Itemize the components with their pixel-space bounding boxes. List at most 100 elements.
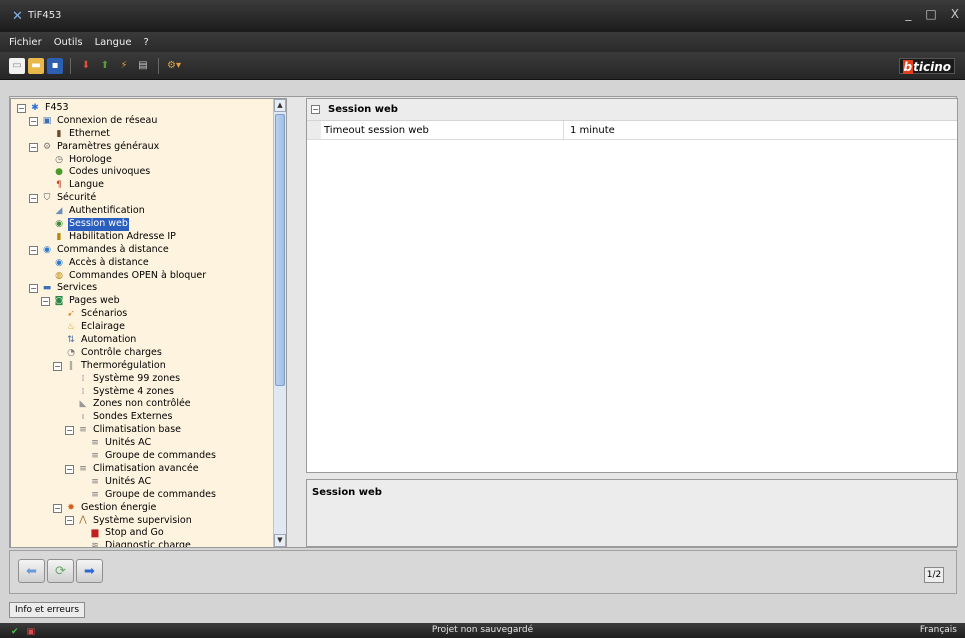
property-value[interactable]: 1 minute [564, 121, 957, 139]
save-status: Projet non sauvegardé [431, 625, 534, 635]
tree-toggle-icon[interactable]: − [29, 284, 38, 294]
new-file-icon[interactable]: ▭ [9, 57, 25, 74]
tree-node[interactable]: ◔ Contrôle charges [11, 347, 286, 360]
tree-toggle-icon[interactable]: − [41, 297, 50, 307]
tree-toggle-icon[interactable]: − [17, 103, 26, 113]
tree-node[interactable]: − ▣ Connexion de réseau [11, 115, 286, 128]
scroll-up-icon[interactable]: ▲ [274, 99, 286, 112]
tree-node[interactable]: − ◙ Pages web [11, 295, 286, 308]
property-row[interactable]: Timeout session web 1 minute [307, 121, 957, 140]
forward-arrow-icon[interactable]: ➡ [76, 559, 103, 583]
tree-node[interactable]: ◍ Commandes OPEN à bloquer [11, 270, 286, 283]
light-icon: ♨ [66, 322, 76, 333]
save-icon[interactable]: ▪ [47, 57, 63, 74]
tree-node[interactable]: − ▬ Services [11, 282, 286, 295]
tree-node[interactable]: − ⛉ Sécurité [11, 192, 286, 205]
tree-toggle-icon[interactable]: − [65, 464, 74, 474]
tree-node-label: Diagnostic charge [105, 540, 191, 548]
info-bar: Info et erreurs [0, 596, 965, 623]
download-icon[interactable]: ⬇ [78, 58, 94, 74]
upload-icon[interactable]: ⬆ [97, 58, 113, 74]
open-folder-icon[interactable]: ▬ [28, 57, 44, 74]
tree-node[interactable]: − ✱ F453 [11, 102, 286, 115]
description-title: Session web [312, 487, 382, 498]
property-category[interactable]: − Session web [307, 99, 957, 121]
tree-toggle-icon[interactable]: − [29, 194, 38, 204]
close-button[interactable]: X [951, 7, 959, 21]
tree-node[interactable]: ➹ Scénarios [11, 308, 286, 321]
menu-file[interactable]: Fichier [9, 37, 42, 48]
tree-node[interactable]: ◢ Authentification [11, 205, 286, 218]
tree-node[interactable]: ● Codes univoques [11, 166, 286, 179]
tree-node[interactable]: − ≡ Climatisation avancée [11, 463, 286, 476]
back-arrow-icon[interactable]: ⬅ [18, 559, 45, 583]
menu-tools[interactable]: Outils [54, 37, 83, 48]
tree-node-label: Pages web [69, 295, 120, 307]
tree-content: − ✱ F453− ▣ Connexion de réseau ▮ Ethernet − ⚙ Pa… [11, 102, 286, 548]
tree-toggle-icon[interactable]: − [65, 516, 74, 526]
menu-help[interactable]: ? [143, 37, 148, 48]
tree-node[interactable]: ▮ Ethernet [11, 128, 286, 141]
shield-icon: ⛉ [43, 193, 51, 204]
tree-node[interactable]: ◉ Accès à distance [11, 257, 286, 270]
tree-toggle-icon[interactable]: − [29, 116, 38, 126]
automation-icon: ⇅ [67, 335, 75, 346]
property-gutter [307, 121, 321, 139]
tree-toggle-icon[interactable]: − [29, 245, 38, 255]
tree-node[interactable]: − ⋀ Système supervision [11, 515, 286, 528]
property-grid: − Session web Timeout session web 1 minu… [306, 98, 958, 473]
tree-node[interactable]: ◷ Horologe [11, 154, 286, 167]
tree-node[interactable]: ⇅ Automation [11, 334, 286, 347]
property-category-label: Session web [328, 104, 398, 115]
tree-node[interactable]: ⁞ Système 4 zones [11, 386, 286, 399]
tree-node-label: Scénarios [81, 308, 128, 320]
tree-node[interactable]: ▮ Habilitation Adresse IP [11, 231, 286, 244]
tree-node-label: Thermorégulation [81, 359, 166, 371]
tree-node-label: Paramètres généraux [57, 140, 160, 152]
tree-node[interactable]: ▆ Stop and Go [11, 527, 286, 540]
tree-node[interactable]: ◣ Zones non contrôlée [11, 398, 286, 411]
globe-icon: ◉ [55, 257, 63, 268]
tree-node[interactable]: − ◉ Commandes à distance [11, 244, 286, 257]
scroll-down-icon[interactable]: ▼ [274, 534, 286, 547]
menu-bar: Fichier Outils Langue ? [0, 32, 965, 52]
language-status[interactable]: Français [920, 623, 957, 638]
tree-node[interactable]: ≋ Diagnostic charge [11, 540, 286, 548]
window-controls: _ □ X [905, 7, 959, 21]
maximize-button[interactable]: □ [925, 7, 936, 21]
tree-node[interactable]: − ≡ Climatisation base [11, 424, 286, 437]
tree-node[interactable]: ¶ Langue [11, 179, 286, 192]
scroll-thumb[interactable] [275, 114, 285, 386]
clock-icon: ◷ [55, 154, 63, 165]
tree-node-label: Stop and Go [105, 527, 164, 539]
tree-toggle-icon[interactable]: − [53, 361, 62, 371]
tree-toggle-icon[interactable]: − [65, 426, 74, 436]
tree-toggle-icon[interactable]: − [29, 142, 38, 152]
tree-node[interactable]: − ⚙ Paramètres généraux [11, 140, 286, 154]
collapse-icon[interactable]: − [311, 105, 320, 114]
tree-node[interactable]: ≡ Groupe de commandes [11, 489, 286, 502]
navigation-tree[interactable]: − ✱ F453− ▣ Connexion de réseau ▮ Ethernet − ⚙ Pa… [10, 98, 287, 548]
info-errors-tab[interactable]: Info et erreurs [9, 602, 86, 618]
tree-toggle-icon[interactable]: − [53, 503, 62, 513]
menu-language[interactable]: Langue [95, 37, 132, 48]
tree-node-label: Codes univoques [69, 166, 151, 178]
tree-node[interactable]: ≡ Groupe de commandes [11, 450, 286, 463]
connect-icon[interactable]: ⚡ [116, 58, 132, 74]
tree-node[interactable]: ı Sondes Externes [11, 411, 286, 424]
tree-scrollbar[interactable]: ▲ ▼ [273, 99, 286, 547]
tree-node-label: Automation [81, 334, 137, 346]
tree-node[interactable]: ≡ Unités AC [11, 476, 286, 489]
tree-node[interactable]: ♨ Eclairage [11, 321, 286, 334]
settings-icon[interactable]: ⚙▾ [166, 58, 182, 74]
tree-node[interactable]: − ‖ Thermorégulation [11, 359, 286, 373]
ip-icon: ▮ [56, 231, 62, 242]
device-icon[interactable]: ▤ [135, 58, 151, 74]
tree-node[interactable]: ⁞ Système 99 zones [11, 373, 286, 386]
tree-node[interactable]: − ✸ Gestion énergie [11, 502, 286, 515]
refresh-icon[interactable]: ⟳ [47, 559, 74, 583]
minimize-button[interactable]: _ [905, 7, 911, 21]
tree-node[interactable]: ≡ Unités AC [11, 437, 286, 450]
tree-node[interactable]: ◉ Session web [11, 218, 286, 231]
zones-99-icon: ⁞ [81, 373, 85, 384]
